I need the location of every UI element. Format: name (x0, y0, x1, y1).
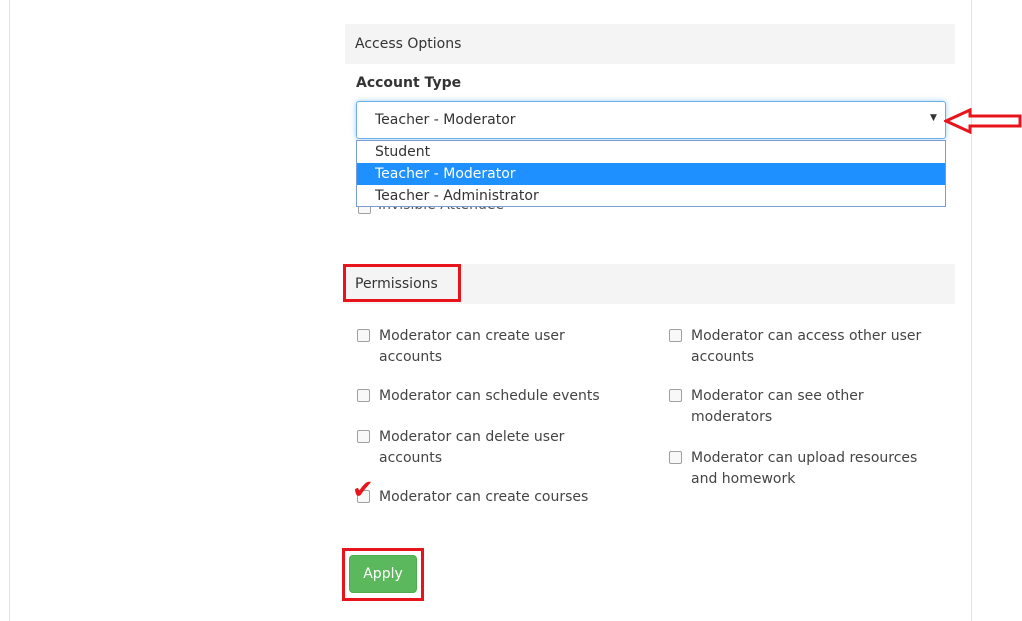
checkmark-annotation-icon: ✔ (352, 475, 374, 505)
perm-schedule-events[interactable]: Moderator can schedule events (357, 386, 627, 407)
account-type-dropdown: Student Teacher - Moderator Teacher - Ad… (356, 140, 946, 207)
perm-upload-resources[interactable]: Moderator can upload resources and homew… (669, 448, 944, 490)
left-divider (9, 0, 10, 621)
checkbox-icon[interactable] (669, 389, 682, 402)
option-student[interactable]: Student (357, 141, 945, 163)
permissions-annotation-box (343, 264, 461, 302)
account-type-select[interactable]: Teacher - Moderator (356, 101, 946, 139)
perm-create-user-accounts[interactable]: Moderator can create user accounts (357, 326, 627, 368)
perm-access-other-accounts[interactable]: Moderator can access other user accounts (669, 326, 944, 368)
option-teacher-administrator[interactable]: Teacher - Administrator (357, 185, 945, 207)
checkbox-icon[interactable] (357, 329, 370, 342)
perm-see-other-moderators[interactable]: Moderator can see other moderators (669, 386, 944, 428)
right-divider (971, 0, 972, 621)
checkbox-icon[interactable] (357, 389, 370, 402)
checkbox-icon[interactable] (669, 451, 682, 464)
caret-down-icon[interactable]: ▼ (930, 113, 937, 123)
perm-label: Moderator can delete user accounts (379, 429, 565, 466)
perm-label: Moderator can see other moderators (691, 388, 864, 425)
option-teacher-moderator[interactable]: Teacher - Moderator (357, 163, 945, 185)
perm-label: Moderator can access other user accounts (691, 328, 922, 365)
account-type-label: Account Type (356, 75, 462, 91)
checkbox-icon[interactable] (357, 430, 370, 443)
access-options-header: Access Options (345, 24, 955, 64)
perm-create-courses[interactable]: Moderator can create courses (357, 487, 627, 508)
perm-label: Moderator can create courses (379, 489, 589, 505)
perm-label: Moderator can create user accounts (379, 328, 565, 365)
checkbox-icon[interactable] (669, 329, 682, 342)
perm-label: Moderator can upload resources and homew… (691, 450, 918, 487)
apply-button[interactable]: Apply (349, 555, 417, 593)
left-arrow-annotation-icon (944, 108, 1022, 134)
page: Access Options Account Type Teacher - Mo… (0, 0, 1022, 621)
perm-delete-user-accounts[interactable]: Moderator can delete user accounts (357, 427, 627, 469)
perm-label: Moderator can schedule events (379, 388, 600, 404)
